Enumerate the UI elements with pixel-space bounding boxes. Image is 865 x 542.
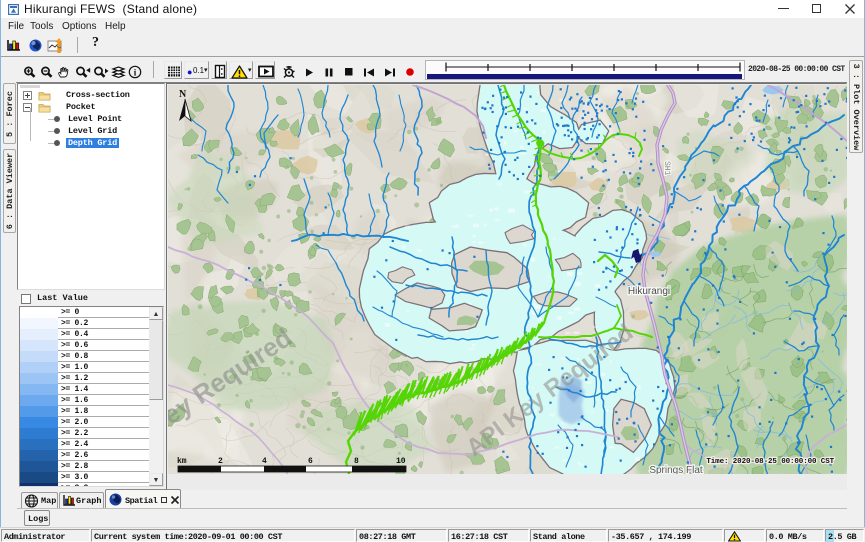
svg-text:8: 8	[354, 457, 359, 466]
svg-text:SH1: SH1	[662, 161, 671, 176]
svg-text:4: 4	[262, 457, 267, 466]
svg-text:2: 2	[218, 457, 223, 466]
svg-text:N: N	[179, 89, 187, 100]
svg-text:6: 6	[308, 457, 313, 466]
svg-text:i: i	[134, 67, 137, 77]
svg-text:Hikurangi: Hikurangi	[628, 286, 670, 297]
svg-text:10: 10	[396, 457, 406, 466]
svg-text:Time: 2020-08-25 00:00:00 CST: Time: 2020-08-25 00:00:00 CST	[706, 458, 834, 466]
svg-text:km: km	[177, 457, 187, 466]
